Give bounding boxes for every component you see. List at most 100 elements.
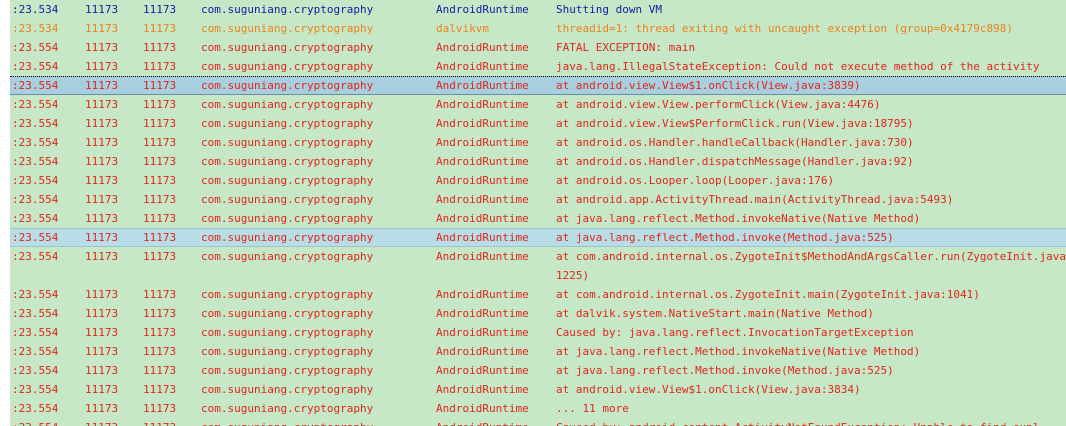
log-pid: 11173 [85, 383, 119, 396]
log-tag: AndroidRuntime [436, 288, 529, 301]
log-text: at android.os.Looper.loop(Looper.java:17… [556, 174, 835, 187]
log-text: at com.android.internal.os.ZygoteInit.ma… [556, 288, 980, 301]
log-pid: 11173 [85, 212, 119, 225]
log-application: com.suguniang.cryptography [201, 3, 374, 16]
log-tag: AndroidRuntime [436, 418, 529, 426]
log-pid: 11173 [85, 174, 119, 187]
log-time: :23.534 [12, 22, 59, 35]
log-application: com.suguniang.cryptography [201, 79, 374, 92]
log-text: at com.android.internal.os.ZygoteInit$Me… [556, 250, 1066, 282]
log-row[interactable]: :23.554 11173 11173 com.suguniang.crypto… [10, 247, 1066, 285]
log-row[interactable]: :23.554 11173 11173 com.suguniang.crypto… [10, 361, 1066, 380]
log-time: :23.554 [12, 136, 59, 149]
log-tid: 11173 [143, 288, 177, 301]
log-text: at android.os.Handler.dispatchMessage(Ha… [556, 155, 914, 168]
log-tid: 11173 [143, 250, 177, 263]
log-row[interactable]: :23.554 11173 11173 com.suguniang.crypto… [10, 342, 1066, 361]
log-row[interactable]: :23.554 11173 11173 com.suguniang.crypto… [10, 171, 1066, 190]
log-tid: 11173 [143, 3, 177, 16]
log-row[interactable]: :23.554 11173 11173 com.suguniang.crypto… [10, 114, 1066, 133]
log-row-highlighted[interactable]: :23.554 11173 11173 com.suguniang.crypto… [10, 228, 1066, 247]
log-application: com.suguniang.cryptography [201, 41, 374, 54]
log-row[interactable]: :23.554 11173 11173 com.suguniang.crypto… [10, 380, 1066, 399]
log-pid: 11173 [85, 288, 119, 301]
log-time: :23.554 [12, 250, 59, 263]
log-text: Caused by: android.content.ActivityNotFo… [556, 418, 1039, 426]
log-row[interactable]: :23.554 11173 11173 com.suguniang.crypto… [10, 133, 1066, 152]
log-application: com.suguniang.cryptography [201, 212, 374, 225]
log-time: :23.554 [12, 98, 59, 111]
log-application: com.suguniang.cryptography [201, 193, 374, 206]
log-time: :23.554 [12, 60, 59, 73]
log-tag: AndroidRuntime [436, 212, 529, 225]
log-row[interactable]: :23.534 11173 11173 com.suguniang.crypto… [10, 0, 1066, 19]
log-text: ... 11 more [556, 402, 629, 415]
log-row[interactable]: :23.554 11173 11173 com.suguniang.crypto… [10, 209, 1066, 228]
log-time: :23.554 [12, 117, 59, 130]
log-text: at java.lang.reflect.Method.invokeNative… [556, 212, 921, 225]
log-tag: AndroidRuntime [436, 364, 529, 377]
log-application: com.suguniang.cryptography [201, 288, 374, 301]
log-application: com.suguniang.cryptography [201, 326, 374, 339]
log-application: com.suguniang.cryptography [201, 98, 374, 111]
log-tag: AndroidRuntime [436, 136, 529, 149]
log-row[interactable]: :23.554 11173 11173 com.suguniang.crypto… [10, 190, 1066, 209]
log-tid: 11173 [143, 79, 177, 92]
log-text: FATAL EXCEPTION: main [556, 41, 696, 54]
log-tid: 11173 [143, 326, 177, 339]
log-application: com.suguniang.cryptography [201, 307, 374, 320]
log-pid: 11173 [85, 307, 119, 320]
log-text: at android.app.ActivityThread.main(Activ… [556, 193, 954, 206]
log-tag: AndroidRuntime [436, 41, 529, 54]
log-row[interactable]: :23.554 11173 11173 com.suguniang.crypto… [10, 399, 1066, 418]
log-row[interactable]: :23.554 11173 11173 com.suguniang.crypto… [10, 152, 1066, 171]
log-time: :23.554 [12, 174, 59, 187]
log-text: Shutting down VM [556, 3, 662, 16]
log-pid: 11173 [85, 22, 119, 35]
log-application: com.suguniang.cryptography [201, 250, 374, 263]
log-text: at android.view.View$1.onClick(View.java… [556, 383, 861, 396]
log-tag: AndroidRuntime [436, 117, 529, 130]
log-tid: 11173 [143, 41, 177, 54]
log-pid: 11173 [85, 402, 119, 415]
log-time: :23.554 [12, 231, 59, 244]
log-row[interactable]: :23.554 11173 11173 com.suguniang.crypto… [10, 323, 1066, 342]
log-pid: 11173 [85, 136, 119, 149]
log-row-selected[interactable]: :23.554 11173 11173 com.suguniang.crypto… [10, 76, 1066, 95]
log-text: java.lang.IllegalStateException: Could n… [556, 60, 1040, 73]
log-tid: 11173 [143, 174, 177, 187]
log-row[interactable]: :23.554 11173 11173 com.suguniang.crypto… [10, 38, 1066, 57]
log-pid: 11173 [85, 345, 119, 358]
log-pid: 11173 [85, 41, 119, 54]
log-tid: 11173 [143, 22, 177, 35]
log-time: :23.554 [12, 307, 59, 320]
log-row[interactable]: :23.554 11173 11173 com.suguniang.crypto… [10, 304, 1066, 323]
log-tag: AndroidRuntime [436, 193, 529, 206]
log-tag: AndroidRuntime [436, 60, 529, 73]
log-tid: 11173 [143, 193, 177, 206]
log-time: :23.554 [12, 418, 58, 426]
log-tag: AndroidRuntime [436, 174, 529, 187]
log-time: :23.554 [12, 212, 59, 225]
log-tag: AndroidRuntime [436, 3, 529, 16]
log-application: com.suguniang.cryptography [201, 402, 374, 415]
log-row[interactable]: :23.554 11173 11173 com.suguniang.crypto… [10, 285, 1066, 304]
log-row[interactable]: :23.554 11173 11173 com.suguniang.crypto… [10, 418, 1066, 426]
log-application: com.suguniang.cryptography [201, 117, 374, 130]
log-time: :23.554 [12, 41, 59, 54]
log-pid: 11173 [85, 326, 119, 339]
logcat-table[interactable]: :23.534 11173 11173 com.suguniang.crypto… [0, 0, 1066, 426]
log-application: com.suguniang.cryptography [201, 22, 374, 35]
log-pid: 11173 [85, 364, 119, 377]
log-application: com.suguniang.cryptography [201, 345, 374, 358]
log-row[interactable]: :23.554 11173 11173 com.suguniang.crypto… [10, 57, 1066, 76]
log-pid: 11173 [85, 79, 119, 92]
log-tid: 11173 [143, 212, 177, 225]
log-text: at android.os.Handler.handleCallback(Han… [556, 136, 914, 149]
log-text: at java.lang.reflect.Method.invokeNative… [556, 345, 921, 358]
log-text: Caused by: java.lang.reflect.InvocationT… [556, 326, 914, 339]
log-tag: AndroidRuntime [436, 402, 529, 415]
log-row[interactable]: :23.534 11173 11173 com.suguniang.crypto… [10, 19, 1066, 38]
log-pid: 11173 [85, 418, 118, 426]
log-row[interactable]: :23.554 11173 11173 com.suguniang.crypto… [10, 95, 1066, 114]
